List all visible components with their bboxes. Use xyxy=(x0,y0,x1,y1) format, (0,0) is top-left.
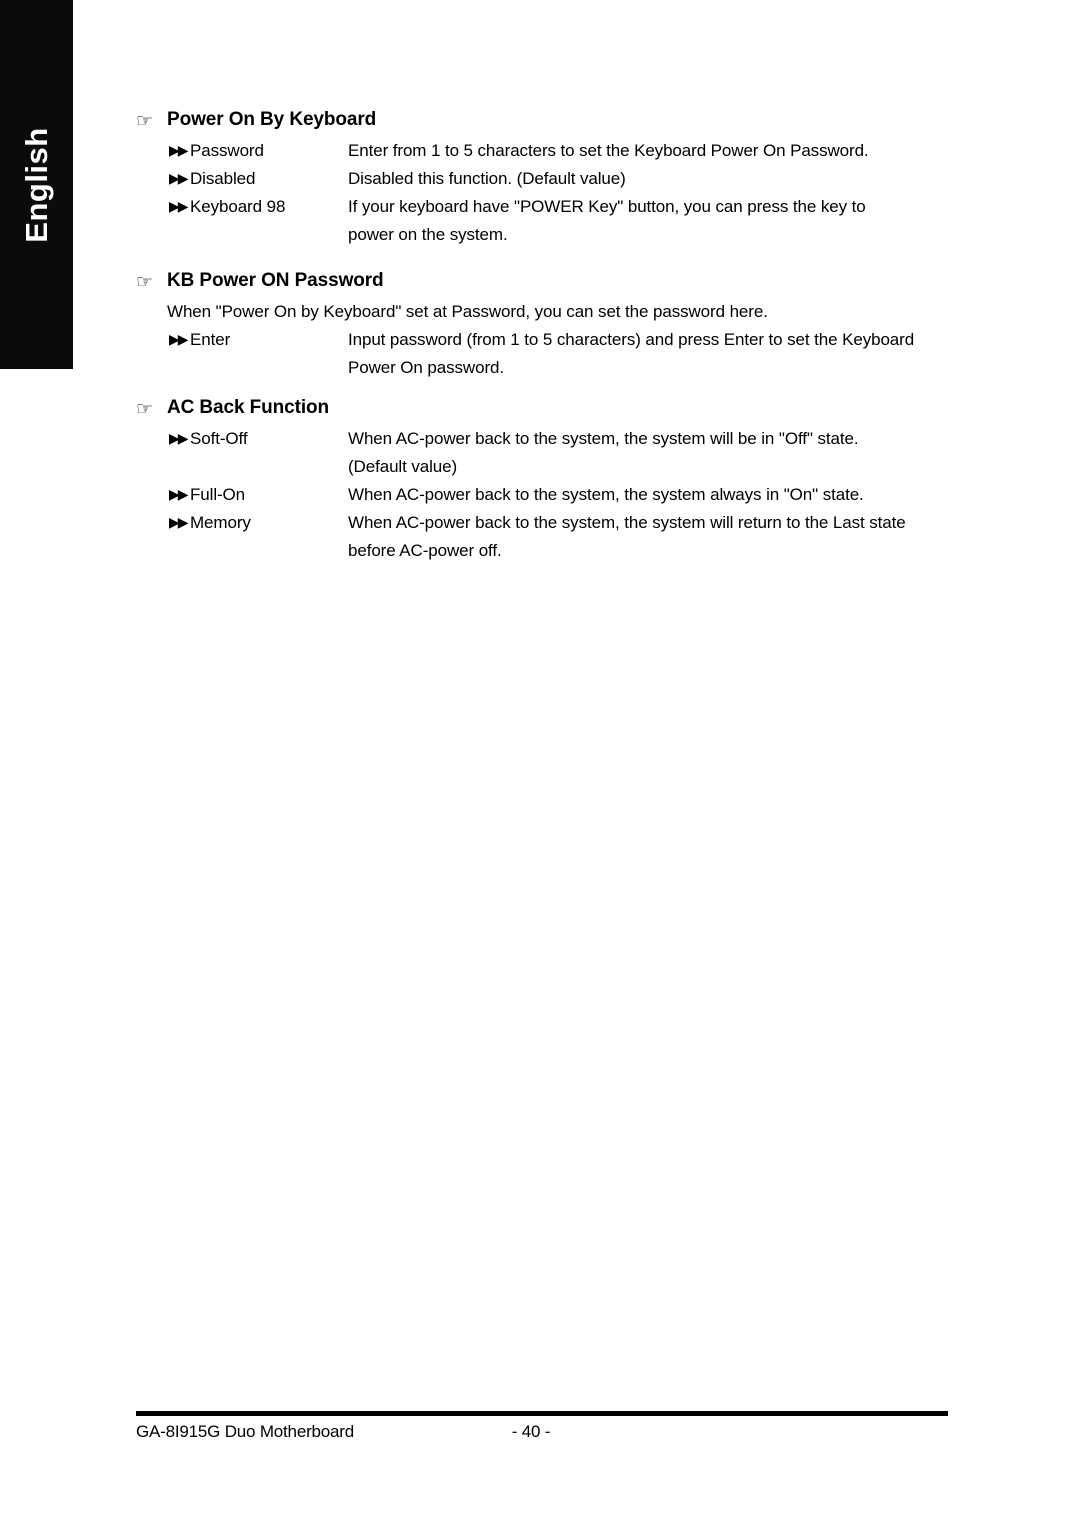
option-description-continuation-row: (Default value) xyxy=(136,453,946,481)
option-term: Memory xyxy=(190,513,251,532)
option-description-continuation: Power On password. xyxy=(348,358,504,377)
option-row: ▶▶ Disabled Disabled this function. (Def… xyxy=(136,165,946,193)
footer-page-number: - 40 - xyxy=(511,1422,551,1441)
section-ac-back-function: ☞ AC Back Function ▶▶ Soft-Off When AC-p… xyxy=(136,396,946,565)
option-description: Input password (from 1 to 5 characters) … xyxy=(348,330,915,349)
double-triangle-bullet-icon: ▶▶ xyxy=(169,332,188,348)
option-description-continuation: (Default value) xyxy=(348,457,458,476)
double-triangle-bullet-icon: ▶▶ xyxy=(169,487,188,503)
section-heading: ☞ Power On By Keyboard xyxy=(136,108,946,135)
option-row: ▶▶ Soft-Off When AC-power back to the sy… xyxy=(136,425,946,453)
option-row: ▶▶ Full-On When AC-power back to the sys… xyxy=(136,481,946,509)
section-title: AC Back Function xyxy=(167,397,330,418)
section-title: Power On By Keyboard xyxy=(167,109,377,130)
option-description-continuation-row: power on the system. xyxy=(136,221,946,249)
section-heading: ☞ KB Power ON Password xyxy=(136,269,946,296)
option-row: ▶▶ Keyboard 98 If your keyboard have "PO… xyxy=(136,193,946,221)
pointing-hand-icon: ☞ xyxy=(136,398,154,420)
option-term: Full-On xyxy=(190,485,246,504)
option-term: Password xyxy=(190,141,264,160)
option-description-continuation-row: Power On password. xyxy=(136,354,946,382)
double-triangle-bullet-icon: ▶▶ xyxy=(169,431,188,447)
language-tab-label: English xyxy=(18,126,54,243)
section-power-on-by-keyboard: ☞ Power On By Keyboard ▶▶ Password Enter… xyxy=(136,108,946,249)
section-intro-text: When "Power On by Keyboard" set at Passw… xyxy=(167,302,768,321)
option-row: ▶▶ Memory When AC-power back to the syst… xyxy=(136,509,946,537)
double-triangle-bullet-icon: ▶▶ xyxy=(169,171,188,187)
option-term: Soft-Off xyxy=(190,429,248,448)
option-description: Disabled this function. (Default value) xyxy=(348,169,626,188)
pointing-hand-icon: ☞ xyxy=(136,271,154,293)
option-term: Disabled xyxy=(190,169,256,188)
option-term: Enter xyxy=(190,330,231,349)
option-row: ▶▶ Enter Input password (from 1 to 5 cha… xyxy=(136,326,946,354)
double-triangle-bullet-icon: ▶▶ xyxy=(169,143,188,159)
section-title: KB Power ON Password xyxy=(167,270,384,291)
option-term: Keyboard 98 xyxy=(190,197,286,216)
option-row: ▶▶ Password Enter from 1 to 5 characters… xyxy=(136,137,946,165)
double-triangle-bullet-icon: ▶▶ xyxy=(169,515,188,531)
pointing-hand-icon: ☞ xyxy=(136,110,154,132)
option-description: Enter from 1 to 5 characters to set the … xyxy=(348,141,869,160)
footer-row: GA-8I915G Duo Motherboard - 40 - xyxy=(136,1419,948,1449)
option-description: If your keyboard have "POWER Key" button… xyxy=(348,197,866,216)
double-triangle-bullet-icon: ▶▶ xyxy=(169,199,188,215)
document-page: English ☞ Power On By Keyboard ▶▶ Passwo… xyxy=(0,0,1080,1529)
option-description-continuation: before AC-power off. xyxy=(348,541,502,560)
language-tab: English xyxy=(0,0,73,369)
section-heading: ☞ AC Back Function xyxy=(136,396,946,423)
section-kb-power-on-password: ☞ KB Power ON Password When "Power On by… xyxy=(136,269,946,382)
footer-divider xyxy=(136,1411,948,1416)
option-description: When AC-power back to the system, the sy… xyxy=(348,485,864,504)
page-content: ☞ Power On By Keyboard ▶▶ Password Enter… xyxy=(136,108,946,565)
option-description-continuation-row: before AC-power off. xyxy=(136,537,946,565)
option-description: When AC-power back to the system, the sy… xyxy=(348,429,859,448)
option-description-continuation: power on the system. xyxy=(348,225,508,244)
page-footer: GA-8I915G Duo Motherboard - 40 - xyxy=(136,1411,948,1449)
option-description: When AC-power back to the system, the sy… xyxy=(348,513,906,532)
